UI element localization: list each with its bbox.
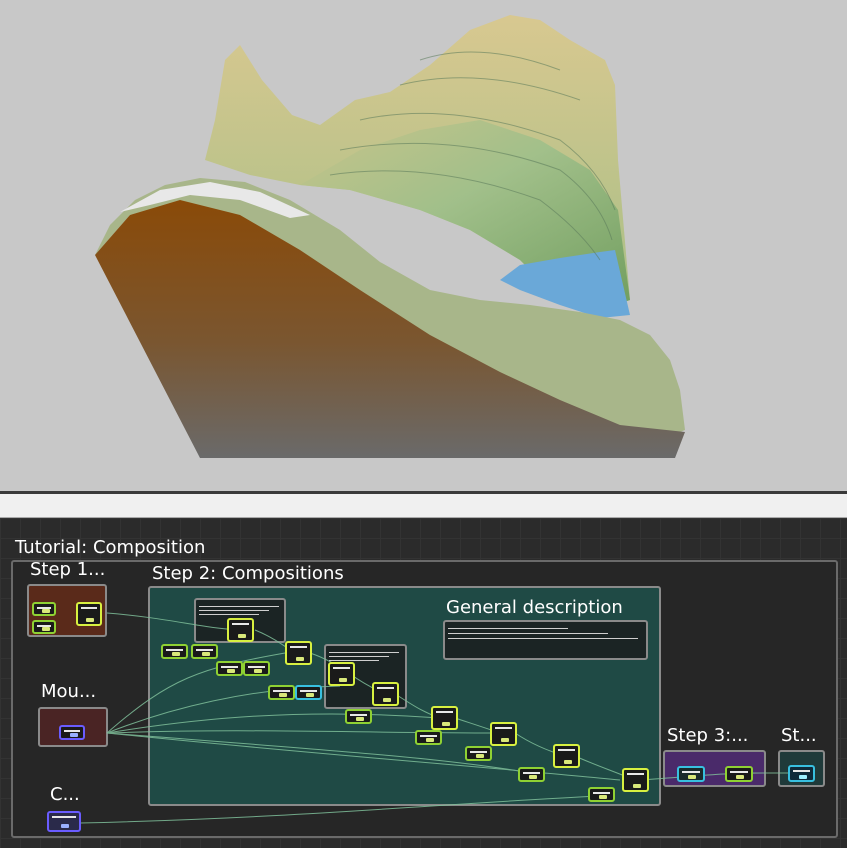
terrain-render [95, 15, 685, 458]
node-s2-8[interactable] [295, 685, 322, 700]
node-s2-19[interactable] [588, 787, 615, 802]
node-s2-10[interactable] [372, 682, 399, 706]
node-step3-b[interactable] [725, 766, 753, 782]
node-s2-5[interactable] [243, 661, 270, 676]
node-mouse[interactable] [59, 725, 85, 740]
node-connections [79, 612, 800, 824]
node-s2-17[interactable] [518, 767, 545, 782]
node-step3-a[interactable] [677, 766, 705, 782]
node-s2-1[interactable] [161, 644, 188, 659]
node-s2-7[interactable] [268, 685, 295, 700]
node-s2-13[interactable] [415, 730, 442, 745]
node-s2-12[interactable] [431, 706, 458, 730]
node-s2-2[interactable] [191, 644, 218, 659]
node-s2-11[interactable] [345, 709, 372, 724]
node-s2-9[interactable] [328, 662, 355, 686]
node-s2-18[interactable] [622, 768, 649, 792]
node-step1-output[interactable] [76, 602, 102, 626]
3d-viewport[interactable] [0, 0, 847, 491]
node-s2-15[interactable] [465, 746, 492, 761]
node-c[interactable] [47, 811, 81, 832]
node-step1-a[interactable] [32, 602, 56, 616]
node-step1-b[interactable] [32, 620, 56, 634]
node-s2-16[interactable] [553, 744, 580, 768]
node-s2-4[interactable] [216, 661, 243, 676]
node-step4[interactable] [788, 765, 815, 782]
node-graph-canvas[interactable]: Tutorial: Composition Step 1... Step 2: … [0, 518, 847, 848]
node-s2-6[interactable] [285, 641, 312, 665]
graph-panel-header [0, 494, 847, 518]
node-s2-14[interactable] [490, 722, 517, 746]
node-s2-3[interactable] [227, 618, 254, 642]
